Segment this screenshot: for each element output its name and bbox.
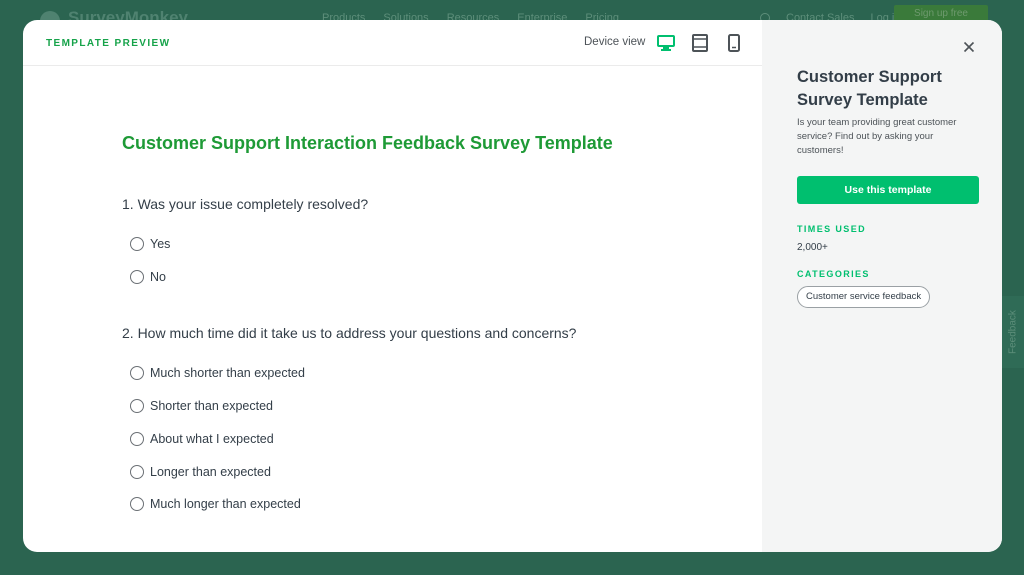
question-1-text: 1. Was your issue completely resolved? bbox=[122, 196, 369, 212]
radio-button[interactable] bbox=[130, 237, 144, 251]
tablet-icon[interactable] bbox=[689, 32, 711, 54]
answer-option-label: Yes bbox=[150, 237, 171, 251]
answer-option[interactable]: Shorter than expected bbox=[130, 399, 273, 413]
answer-option[interactable]: No bbox=[130, 270, 166, 284]
mobile-icon[interactable] bbox=[723, 32, 745, 54]
radio-button[interactable] bbox=[130, 399, 144, 413]
answer-option[interactable]: Much shorter than expected bbox=[130, 366, 305, 380]
preview-main: TEMPLATE PREVIEW Device view Customer Su… bbox=[23, 20, 772, 552]
answer-option-label: No bbox=[150, 270, 166, 284]
answer-option[interactable]: Much longer than expected bbox=[130, 497, 301, 511]
answer-option-label: Longer than expected bbox=[150, 465, 271, 479]
answer-option[interactable]: About what I expected bbox=[130, 432, 274, 446]
preview-topbar: TEMPLATE PREVIEW Device view bbox=[23, 20, 762, 66]
category-chip[interactable]: Customer service feedback bbox=[797, 286, 931, 308]
categories-heading: CATEGORIES bbox=[797, 269, 870, 279]
times-used-heading: TIMES USED bbox=[797, 224, 867, 234]
desktop-icon[interactable] bbox=[655, 32, 677, 54]
device-view-label: Device view bbox=[584, 36, 646, 48]
answer-option[interactable]: Longer than expected bbox=[130, 465, 271, 479]
radio-button[interactable] bbox=[130, 270, 144, 284]
radio-button[interactable] bbox=[130, 366, 144, 380]
answer-option-label: Much shorter than expected bbox=[150, 366, 305, 380]
answer-option-label: About what I expected bbox=[150, 432, 274, 446]
feedback-tab[interactable]: Feedback bbox=[1002, 296, 1024, 368]
use-template-button[interactable]: Use this template bbox=[797, 176, 979, 204]
survey-preview-content: Customer Support Interaction Feedback Su… bbox=[23, 67, 762, 552]
close-icon[interactable] bbox=[962, 40, 976, 54]
answer-option-label: Much longer than expected bbox=[150, 497, 301, 511]
answer-option[interactable]: Yes bbox=[130, 237, 170, 251]
radio-button[interactable] bbox=[130, 432, 144, 446]
template-preview-modal: TEMPLATE PREVIEW Device view Customer Su… bbox=[23, 20, 1002, 552]
answer-option-label: Shorter than expected bbox=[150, 399, 273, 413]
survey-title: Customer Support Interaction Feedback Su… bbox=[122, 133, 613, 153]
times-used-value: 2,000+ bbox=[797, 242, 828, 253]
radio-button[interactable] bbox=[130, 497, 144, 511]
template-info-panel: Customer Support Survey Template Is your… bbox=[762, 20, 1002, 552]
template-title: Customer Support Survey Template bbox=[797, 68, 942, 109]
radio-button[interactable] bbox=[130, 465, 144, 479]
question-2-text: 2. How much time did it take us to addre… bbox=[122, 325, 577, 341]
template-preview-label: TEMPLATE PREVIEW bbox=[46, 38, 171, 49]
template-description: Is your team providing great customer se… bbox=[797, 117, 957, 156]
